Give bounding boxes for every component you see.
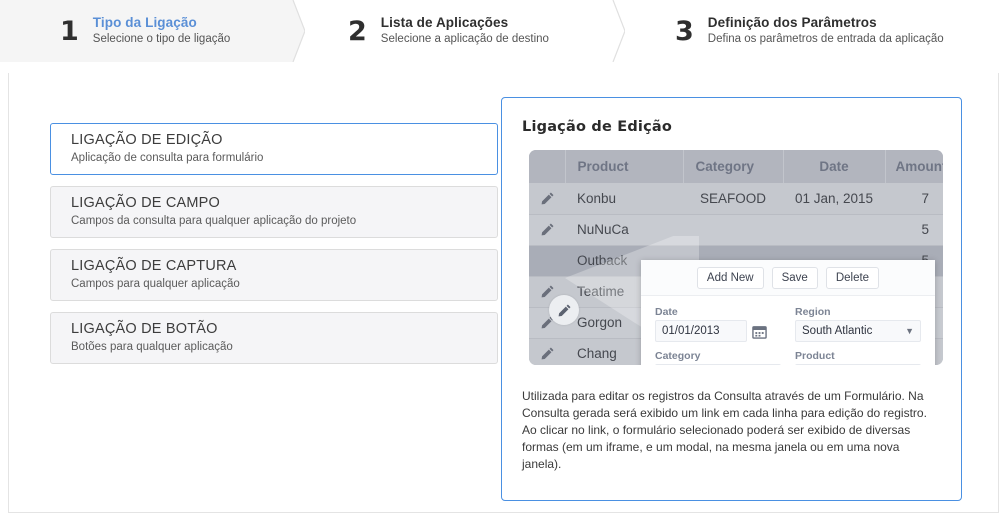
cell-category <box>683 214 783 245</box>
product-label: Product <box>795 350 921 362</box>
save-button[interactable]: Save <box>772 267 818 289</box>
preview-title: Ligação de Edição <box>522 119 672 135</box>
field-product: Product Outback Lager <box>795 350 921 365</box>
step-2-title: Lista de Aplicações <box>381 15 549 32</box>
step-2-subtitle: Selecione a aplicação de destino <box>381 32 549 47</box>
link-type-list: LIGAÇÃO DE EDIÇÃO Aplicação de consulta … <box>50 123 498 375</box>
wizard-step-2[interactable]: 2 Lista de Aplicações Selecione a aplica… <box>293 0 613 62</box>
wizard-step-3[interactable]: 3 Definição dos Parâmetros Defina os par… <box>613 0 1007 62</box>
link-type-title: LIGAÇÃO DE BOTÃO <box>71 320 497 340</box>
row-edit-cell[interactable] <box>529 183 565 214</box>
step-2-number: 2 <box>348 18 367 45</box>
edit-form-modal: Add New Save Delete Date 01/01/2013 <box>641 260 935 365</box>
link-type-subtitle: Botões para qualquer aplicação <box>71 340 497 355</box>
category-input[interactable]: BEVERAGES <box>655 364 781 365</box>
cell-product: Konbu <box>565 183 683 214</box>
modal-body: Date 01/01/2013 <box>641 296 935 365</box>
cell-date <box>783 214 885 245</box>
grid-col-edit <box>529 150 565 183</box>
link-type-title: LIGAÇÃO DE CAPTURA <box>71 257 497 277</box>
row-edit-cell[interactable] <box>529 245 565 276</box>
grid-col-amount: Amount <box>885 150 943 183</box>
link-type-item-campo[interactable]: LIGAÇÃO DE CAMPO Campos da consulta para… <box>50 186 498 238</box>
pencil-icon-highlighted[interactable] <box>557 303 572 318</box>
cell-date: 01 Jan, 2015 <box>783 183 885 214</box>
link-type-item-captura[interactable]: LIGAÇÃO DE CAPTURA Campos para qualquer … <box>50 249 498 301</box>
row-edit-cell[interactable] <box>529 338 565 365</box>
product-input[interactable]: Outback Lager <box>795 364 921 365</box>
table-row[interactable]: NuNuCa 5 <box>529 214 943 245</box>
preview-grid: Product Category Date Amount Konbu <box>529 150 943 365</box>
table-row[interactable]: Konbu SEAFOOD 01 Jan, 2015 7 <box>529 183 943 214</box>
step-wizard: 1 Tipo da Ligação Selecione o tipo de li… <box>0 0 1007 62</box>
link-type-title: LIGAÇÃO DE CAMPO <box>71 194 497 214</box>
cell-amount: 5 <box>885 214 943 245</box>
link-type-title: LIGAÇÃO DE EDIÇÃO <box>71 131 497 151</box>
cell-category: SEAFOOD <box>683 183 783 214</box>
link-type-subtitle: Campos da consulta para qualquer aplicaç… <box>71 214 497 229</box>
step-1-subtitle: Selecione o tipo de ligação <box>93 32 230 47</box>
category-label: Category <box>655 350 781 362</box>
link-type-subtitle: Campos para qualquer aplicação <box>71 277 497 292</box>
wizard-step-1[interactable]: 1 Tipo da Ligação Selecione o tipo de li… <box>0 0 293 62</box>
delete-button[interactable]: Delete <box>826 267 879 289</box>
region-label: Region <box>795 306 921 318</box>
link-type-subtitle: Aplicação de consulta para formulário <box>71 151 497 166</box>
grid-col-date: Date <box>783 150 885 183</box>
pencil-icon[interactable] <box>540 284 555 299</box>
row-edit-cell[interactable] <box>529 214 565 245</box>
cell-amount: 7 <box>885 183 943 214</box>
step-3-title: Definição dos Parâmetros <box>708 15 944 32</box>
calendar-icon[interactable] <box>752 324 767 342</box>
pencil-icon[interactable] <box>540 222 555 237</box>
date-label: Date <box>655 306 781 318</box>
grid-col-product: Product <box>565 150 683 183</box>
link-type-item-edicao[interactable]: LIGAÇÃO DE EDIÇÃO Aplicação de consulta … <box>50 123 498 175</box>
grid-col-category: Category <box>683 150 783 183</box>
add-new-button[interactable]: Add New <box>697 267 764 289</box>
grid-header-row: Product Category Date Amount <box>529 150 943 183</box>
step-1-title: Tipo da Ligação <box>93 15 230 32</box>
step-3-subtitle: Defina os parâmetros de entrada da aplic… <box>708 32 944 47</box>
step-3-number: 3 <box>675 18 694 45</box>
pencil-icon[interactable] <box>540 191 555 206</box>
pencil-icon[interactable] <box>540 346 555 361</box>
highlighted-edit-button[interactable] <box>549 295 579 325</box>
preview-description: Utilizada para editar os registros da Co… <box>522 388 940 473</box>
field-category: Category BEVERAGES <box>655 350 781 365</box>
field-date: Date 01/01/2013 <box>655 306 781 342</box>
link-type-item-botao[interactable]: LIGAÇÃO DE BOTÃO Botões para qualquer ap… <box>50 312 498 364</box>
chevron-down-icon: ▼ <box>905 321 914 341</box>
date-input[interactable]: 01/01/2013 <box>655 320 747 342</box>
main-content-panel: LIGAÇÃO DE EDIÇÃO Aplicação de consulta … <box>8 73 999 513</box>
field-region: Region South Atlantic ▼ <box>795 306 921 342</box>
step-1-number: 1 <box>60 18 79 45</box>
preview-panel: Ligação de Edição Product Category Date … <box>501 97 962 501</box>
modal-toolbar: Add New Save Delete <box>641 260 935 296</box>
region-select[interactable]: South Atlantic ▼ <box>795 320 921 342</box>
cell-product: NuNuCa <box>565 214 683 245</box>
region-value: South Atlantic <box>802 321 872 341</box>
